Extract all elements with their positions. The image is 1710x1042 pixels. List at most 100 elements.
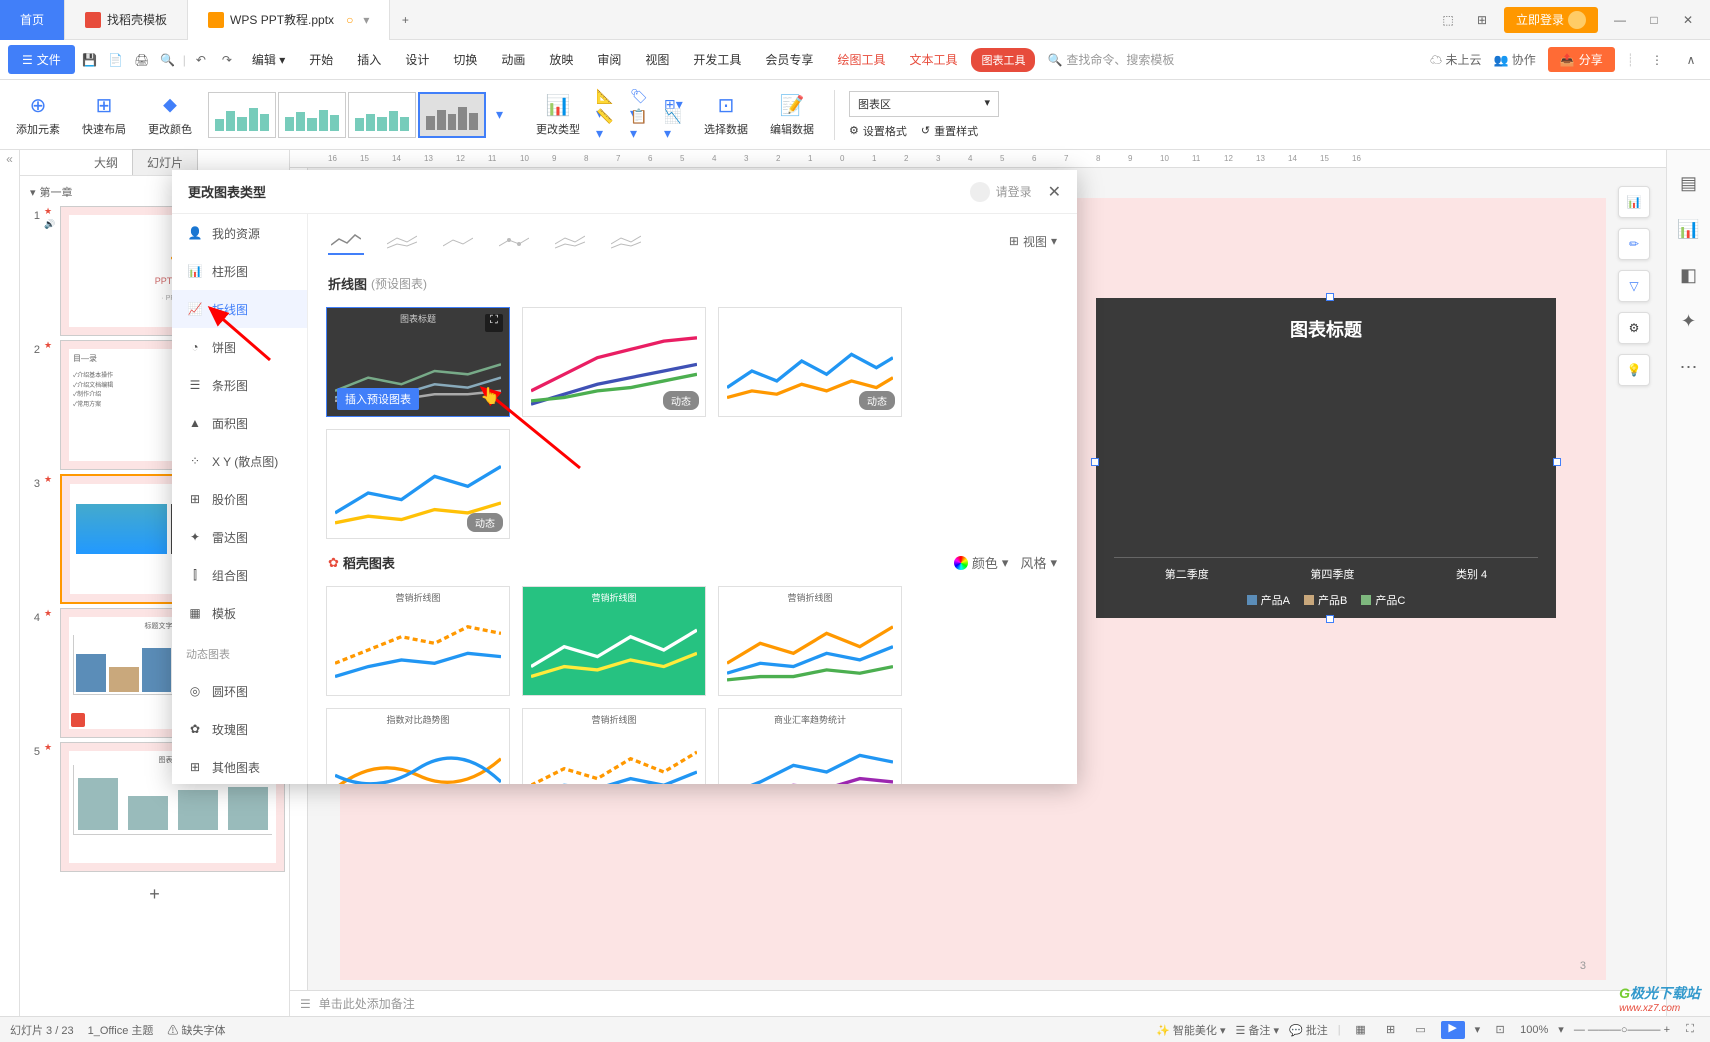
- preset-chart-3[interactable]: 动态: [718, 307, 902, 417]
- fit-icon[interactable]: ⊡: [1490, 1023, 1510, 1036]
- maximize-icon[interactable]: □: [1642, 8, 1666, 32]
- category-圆环图[interactable]: ◎圆环图: [172, 672, 307, 710]
- tab-docer[interactable]: 找稻壳模板: [65, 0, 188, 40]
- menu-slideshow[interactable]: 放映: [539, 45, 583, 74]
- category-柱形图[interactable]: 📊柱形图: [172, 252, 307, 290]
- change-type-button[interactable]: 📊更改类型: [530, 93, 586, 137]
- notes-bar[interactable]: ☰ 单击此处添加备注: [290, 990, 1666, 1016]
- outline-tab[interactable]: 大纲: [80, 150, 132, 175]
- smart-beautify[interactable]: ✨ 智能美化 ▾: [1156, 1022, 1225, 1038]
- grid-tools[interactable]: ⊞▾📉▾: [664, 96, 688, 134]
- dialog-close-icon[interactable]: ✕: [1048, 182, 1061, 202]
- menu-design[interactable]: 设计: [395, 45, 439, 74]
- preset-chart-2[interactable]: 动态: [522, 307, 706, 417]
- category-组合图[interactable]: ⫿组合图: [172, 556, 307, 594]
- notes-toggle[interactable]: ☰ 备注 ▾: [1235, 1022, 1279, 1038]
- chart-style-gallery[interactable]: [208, 92, 486, 138]
- docer-chart-1[interactable]: 营销折线图: [326, 586, 510, 696]
- edit-data-button[interactable]: 📝编辑数据: [764, 93, 820, 137]
- style-filter[interactable]: 风格 ▾: [1020, 553, 1057, 572]
- sorter-view-icon[interactable]: ⊞: [1381, 1023, 1401, 1036]
- color-filter[interactable]: 颜色 ▾: [954, 553, 1009, 572]
- subtype-line-percent-markers[interactable]: [608, 227, 644, 255]
- filter-funnel-icon[interactable]: ▽: [1618, 270, 1650, 302]
- dialog-login[interactable]: 请登录: [970, 182, 1032, 202]
- add-tab-button[interactable]: +: [390, 13, 420, 27]
- docer-chart-4[interactable]: 指数对比趋势图: [326, 708, 510, 784]
- draw-tools[interactable]: 绘图工具: [827, 45, 895, 74]
- collab-button[interactable]: 👥 协作: [1494, 51, 1536, 68]
- chart-tools[interactable]: 图表工具: [971, 48, 1035, 72]
- docer-chart-5[interactable]: 营销折线图: [522, 708, 706, 784]
- preview-icon[interactable]: 🔍: [157, 49, 179, 71]
- subtype-line-stacked[interactable]: [384, 227, 420, 255]
- subtype-line-percent[interactable]: [440, 227, 476, 255]
- effects-icon[interactable]: ✦: [1676, 308, 1702, 334]
- docer-chart-3[interactable]: 营销折线图: [718, 586, 902, 696]
- edit-pencil-icon[interactable]: ✏: [1618, 228, 1650, 260]
- comments-toggle[interactable]: 💬 批注: [1289, 1022, 1328, 1038]
- category-折线图[interactable]: 📈折线图: [172, 290, 307, 328]
- menu-review[interactable]: 审阅: [587, 45, 631, 74]
- chart-area-dropdown[interactable]: 图表区▾: [849, 91, 999, 117]
- docer-chart-2[interactable]: 营销折线图: [522, 586, 706, 696]
- chart-props-icon[interactable]: 📊: [1676, 216, 1702, 242]
- fullscreen-icon[interactable]: ⛶: [1680, 1023, 1700, 1036]
- reset-style-button[interactable]: ↺ 重置样式: [921, 123, 978, 139]
- add-slide-button[interactable]: +: [24, 876, 285, 913]
- category-X Y (散点图)[interactable]: ⁘X Y (散点图): [172, 442, 307, 480]
- close-tab-icon[interactable]: ▾: [363, 13, 369, 27]
- redo-icon[interactable]: ↷: [216, 49, 238, 71]
- category-模板[interactable]: ▦模板: [172, 594, 307, 632]
- subtype-line-markers[interactable]: [496, 227, 532, 255]
- close-window-icon[interactable]: ✕: [1676, 8, 1700, 32]
- docer-chart-6[interactable]: 商业汇率趋势统计: [718, 708, 902, 784]
- category-雷达图[interactable]: ✦雷达图: [172, 518, 307, 556]
- share-button[interactable]: 📤 分享: [1548, 47, 1615, 72]
- tab-document[interactable]: WPS PPT教程.pptx○▾: [188, 0, 390, 40]
- add-element-button[interactable]: ⊕添加元素: [10, 93, 66, 137]
- missing-fonts[interactable]: ⚠ 缺失字体: [167, 1022, 225, 1038]
- collapse-panel-icon[interactable]: «: [0, 150, 20, 1016]
- change-color-button[interactable]: ⬥更改颜色: [142, 93, 198, 137]
- normal-view-icon[interactable]: ▦: [1351, 1023, 1371, 1036]
- view-toggle[interactable]: ⊞ 视图 ▾: [1009, 233, 1057, 250]
- chart-bars-icon[interactable]: 📊: [1618, 186, 1650, 218]
- subtype-line-basic[interactable]: [328, 227, 364, 255]
- category-其他图表[interactable]: ⊞其他图表: [172, 748, 307, 784]
- arrange-icon[interactable]: ◧: [1676, 262, 1702, 288]
- label-tools[interactable]: 🏷▾📋▾: [630, 96, 654, 134]
- style-expand-icon[interactable]: ▾: [496, 106, 520, 124]
- menu-edit[interactable]: 编辑 ▾: [242, 45, 295, 74]
- category-饼图[interactable]: ◔饼图: [172, 328, 307, 366]
- menu-member[interactable]: 会员专享: [755, 45, 823, 74]
- settings-gear-icon[interactable]: ⚙: [1618, 312, 1650, 344]
- quick-layout-button[interactable]: ⊞快速布局: [76, 93, 132, 137]
- minimize-icon[interactable]: —: [1608, 8, 1632, 32]
- set-format-button[interactable]: ⚙ 设置格式: [849, 123, 907, 139]
- command-search[interactable]: 🔍 查找命令、搜索模板: [1047, 51, 1174, 68]
- menu-view[interactable]: 视图: [635, 45, 679, 74]
- menu-start[interactable]: 开始: [299, 45, 343, 74]
- category-我的资源[interactable]: 👤我的资源: [172, 214, 307, 252]
- slideshow-icon[interactable]: ▶: [1441, 1021, 1465, 1039]
- more-props-icon[interactable]: ⋯: [1676, 354, 1702, 380]
- lightbulb-icon[interactable]: 💡: [1618, 354, 1650, 386]
- export-icon[interactable]: 📄: [105, 49, 127, 71]
- category-面积图[interactable]: ▲面积图: [172, 404, 307, 442]
- category-玫瑰图[interactable]: ✿玫瑰图: [172, 710, 307, 748]
- undo-icon[interactable]: ↶: [190, 49, 212, 71]
- grid-apps-icon[interactable]: ⊞: [1470, 8, 1494, 32]
- cloud-status[interactable]: ☁ 未上云: [1430, 51, 1481, 68]
- menu-insert[interactable]: 插入: [347, 45, 391, 74]
- chart-object[interactable]: 图表标题 第二季度第四季度类别 4 产品A 产品B 产品C: [1096, 298, 1556, 618]
- preset-chart-4[interactable]: 动态: [326, 429, 510, 539]
- object-props-icon[interactable]: ▤: [1676, 170, 1702, 196]
- category-条形图[interactable]: ☰条形图: [172, 366, 307, 404]
- axis-tools[interactable]: 📐▾📏▾: [596, 96, 620, 134]
- print-icon[interactable]: 🖨: [131, 49, 153, 71]
- tab-home[interactable]: 首页: [0, 0, 65, 40]
- help-icon[interactable]: ∧: [1680, 49, 1702, 71]
- reading-view-icon[interactable]: ▭: [1411, 1023, 1431, 1036]
- zoom-level[interactable]: 100%: [1520, 1024, 1548, 1036]
